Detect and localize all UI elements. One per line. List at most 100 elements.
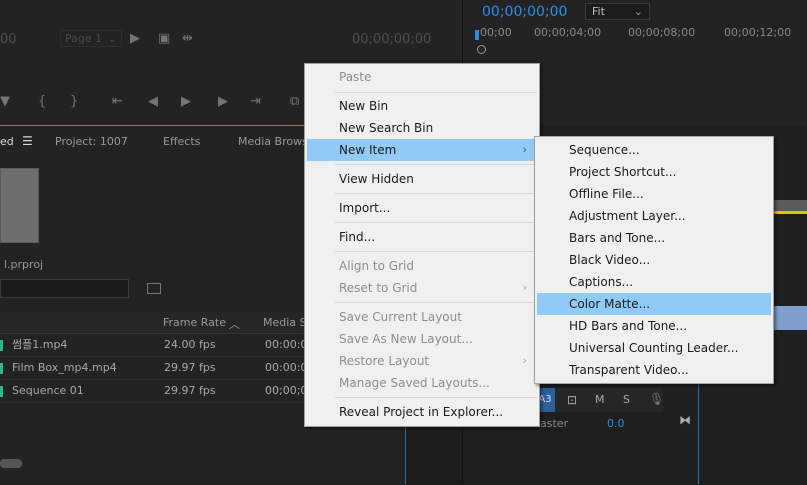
project-thumbnail bbox=[0, 168, 39, 243]
menu-item-label: Sequence... bbox=[569, 143, 640, 157]
column-media-start[interactable]: Media S bbox=[263, 316, 307, 329]
menu-item-label: Save Current Layout bbox=[339, 310, 462, 324]
menu-item-view-hidden[interactable]: View Hidden bbox=[307, 168, 537, 190]
menu-item-label: Universal Counting Leader... bbox=[569, 341, 739, 355]
menu-item-manage-saved-layouts[interactable]: Manage Saved Layouts... bbox=[307, 372, 537, 394]
settings-icon[interactable]: ⇹ bbox=[182, 31, 193, 46]
submenu-item-project-shortcut[interactable]: Project Shortcut... bbox=[537, 161, 771, 183]
chevron-down-icon: ⌄ bbox=[107, 32, 117, 45]
menu-separator bbox=[335, 397, 537, 398]
step-back-icon[interactable]: ◀ bbox=[148, 94, 158, 109]
menu-item-new-search-bin[interactable]: New Search Bin bbox=[307, 117, 537, 139]
step-forward-icon[interactable]: ▶ bbox=[218, 94, 228, 109]
clip-name: 썸플1.mp4 bbox=[12, 338, 68, 351]
play-button-icon[interactable]: ▶ bbox=[181, 94, 191, 109]
submenu-item-captions[interactable]: Captions... bbox=[537, 271, 771, 293]
menu-item-label: View Hidden bbox=[339, 172, 414, 186]
project-file-name: l.prproj bbox=[4, 258, 44, 271]
mute-track-button[interactable]: M bbox=[595, 393, 605, 406]
menu-item-label: Import... bbox=[339, 201, 391, 215]
playhead[interactable] bbox=[475, 30, 479, 40]
fit-select[interactable]: Fit ⌄ bbox=[585, 3, 650, 20]
source-timecode: 00 bbox=[0, 32, 17, 47]
clip-name: Sequence 01 bbox=[12, 384, 84, 397]
submenu-arrow-icon: › bbox=[522, 281, 527, 294]
clip-frame-rate: 29.97 fps bbox=[164, 361, 216, 374]
menu-separator bbox=[335, 222, 537, 223]
menu-item-new-bin[interactable]: New Bin bbox=[307, 95, 537, 117]
menu-item-label: New Search Bin bbox=[339, 121, 434, 135]
playhead-knob[interactable] bbox=[477, 45, 486, 54]
marker-icon[interactable]: ▼ bbox=[0, 94, 10, 109]
go-to-in-icon[interactable]: ⇤ bbox=[112, 94, 123, 109]
ruler-tick: 00;00;04;00 bbox=[534, 26, 602, 39]
menu-item-reset-to-grid[interactable]: Reset to Grid › bbox=[307, 277, 537, 299]
submenu-item-transparent-video[interactable]: Transparent Video... bbox=[537, 359, 771, 381]
menu-item-align-to-grid[interactable]: Align to Grid bbox=[307, 255, 537, 277]
chevron-down-icon: ⌄ bbox=[633, 5, 643, 18]
tab-media-browser-partial[interactable]: ed bbox=[0, 135, 14, 148]
solo-track-button[interactable]: S bbox=[623, 393, 630, 406]
ruler-tick: 00;00;12;00 bbox=[724, 26, 792, 39]
submenu-item-hd-bars-and-tone[interactable]: HD Bars and Tone... bbox=[537, 315, 771, 337]
menu-item-label: Color Matte... bbox=[569, 297, 651, 311]
submenu-item-adjustment-layer[interactable]: Adjustment Layer... bbox=[537, 205, 771, 227]
menu-item-import[interactable]: Import... bbox=[307, 197, 537, 219]
clip-frame-rate: 24.00 fps bbox=[164, 338, 216, 351]
master-volume-value[interactable]: 0.0 bbox=[607, 417, 625, 430]
menu-item-paste[interactable]: Paste bbox=[307, 66, 537, 88]
submenu-item-sequence[interactable]: Sequence... bbox=[537, 139, 771, 161]
horizontal-scrollbar[interactable] bbox=[0, 459, 22, 468]
search-input[interactable] bbox=[0, 279, 129, 298]
time-ruler[interactable]: 00;00 00;00;04;00 00;00;08;00 00;00;12;0… bbox=[474, 24, 807, 58]
menu-item-label: Bars and Tone... bbox=[569, 231, 666, 245]
clip-color-label bbox=[0, 363, 3, 374]
search-bin-icon[interactable] bbox=[147, 283, 161, 294]
column-frame-rate[interactable]: Frame Rate bbox=[163, 316, 226, 329]
export-frame-icon[interactable]: ▣ bbox=[158, 31, 170, 46]
menu-item-label: New Bin bbox=[339, 99, 389, 113]
voice-over-record-icon[interactable]: ⊡ bbox=[567, 393, 577, 407]
source-duration-timecode: 00;00;00;00 bbox=[352, 32, 432, 47]
timeline-clip[interactable] bbox=[770, 306, 807, 330]
submenu-item-universal-counting-leader[interactable]: Universal Counting Leader... bbox=[537, 337, 771, 359]
panel-menu-icon[interactable]: ☰ bbox=[22, 134, 33, 148]
menu-item-save-as-new-layout[interactable]: Save As New Layout... bbox=[307, 328, 537, 350]
menu-item-label: Adjustment Layer... bbox=[569, 209, 686, 223]
submenu-item-color-matte[interactable]: Color Matte... bbox=[537, 293, 771, 315]
menu-item-label: Restore Layout bbox=[339, 354, 430, 368]
menu-item-new-item[interactable]: New Item › bbox=[307, 139, 537, 161]
clip-color-label bbox=[0, 386, 3, 397]
menu-item-label: Project Shortcut... bbox=[569, 165, 677, 179]
menu-separator bbox=[335, 193, 537, 194]
mark-out-icon[interactable]: } bbox=[70, 94, 78, 109]
menu-item-label: Reveal Project in Explorer... bbox=[339, 405, 504, 419]
go-to-end-icon[interactable]: ⧓ bbox=[679, 413, 691, 427]
submenu-arrow-icon: › bbox=[522, 143, 527, 156]
microphone-icon[interactable]: 🎙 bbox=[649, 392, 664, 406]
sort-ascending-icon[interactable]: ︿ bbox=[229, 316, 240, 332]
clip-name: Film Box_mp4.mp4 bbox=[12, 361, 117, 374]
timeline-work-area[interactable] bbox=[774, 200, 807, 211]
menu-item-label: Transparent Video... bbox=[569, 363, 689, 377]
menu-item-reveal-project[interactable]: Reveal Project in Explorer... bbox=[307, 401, 537, 423]
submenu-arrow-icon: › bbox=[522, 354, 527, 367]
play-icon[interactable]: ▶ bbox=[130, 31, 140, 46]
menu-item-find[interactable]: Find... bbox=[307, 226, 537, 248]
submenu-item-bars-and-tone[interactable]: Bars and Tone... bbox=[537, 227, 771, 249]
context-menu: Paste New Bin New Search Bin New Item › V… bbox=[304, 63, 540, 427]
tab-effects[interactable]: Effects bbox=[163, 135, 200, 148]
menu-separator bbox=[335, 92, 537, 93]
submenu-item-black-video[interactable]: Black Video... bbox=[537, 249, 771, 271]
menu-item-save-current-layout[interactable]: Save Current Layout bbox=[307, 306, 537, 328]
work-area-bar[interactable] bbox=[774, 211, 807, 214]
tab-project[interactable]: Project: 1007 bbox=[55, 135, 128, 148]
mark-in-icon[interactable]: { bbox=[38, 94, 46, 109]
insert-icon[interactable]: ⧉ bbox=[290, 94, 299, 109]
menu-item-restore-layout[interactable]: Restore Layout › bbox=[307, 350, 537, 372]
submenu-item-offline-file[interactable]: Offline File... bbox=[537, 183, 771, 205]
go-to-out-icon[interactable]: ⇥ bbox=[250, 94, 261, 109]
clip-frame-rate: 29.97 fps bbox=[164, 384, 216, 397]
page-select[interactable]: Page 1 ⌄ bbox=[60, 30, 122, 47]
audio-track-header: A3 ⊡ M S 🎙 bbox=[535, 388, 664, 412]
